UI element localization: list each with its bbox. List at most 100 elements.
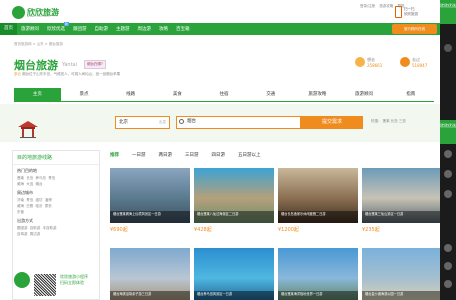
route-sidebar-title: 目的地旅游线路	[13, 151, 99, 165]
city-link[interactable]: 日照	[26, 204, 33, 208]
top-link-guide[interactable]: 旅游攻略	[379, 4, 393, 8]
nav-group-tour[interactable]: 跟团游	[69, 26, 91, 32]
duration-filter: 推荐 一日游 两日游 三日游 四日游 五日游以上	[110, 152, 440, 158]
route-card[interactable]: 烟台金沙滩海滨公园一日游	[362, 248, 442, 300]
city-link[interactable]: 青岛	[26, 198, 33, 202]
departure-city-select[interactable]: 北京 出发	[115, 116, 170, 129]
section-items: 济南 青岛 潍坊 淄博 威海 日照 临沂 泰安 东营	[13, 197, 99, 215]
nav-home[interactable]: 首页	[0, 23, 17, 35]
tab-hotel[interactable]: 住宿	[201, 88, 248, 101]
dest-link[interactable]: 威海	[17, 182, 24, 186]
route-caption[interactable]: 烟台长岛渔家乐休闲度假二日游	[278, 211, 358, 223]
heart-icon[interactable]	[444, 244, 452, 252]
mode-link[interactable]: 自驾游	[17, 232, 28, 236]
star-icon[interactable]	[444, 190, 452, 198]
city-link[interactable]: 威海	[17, 204, 24, 208]
chat-icon[interactable]	[444, 44, 452, 52]
dest-link[interactable]: 蓬莱	[17, 176, 24, 180]
app-qr[interactable]: 扫一扫 欣欣旅游	[395, 3, 435, 21]
filter-3day[interactable]: 三日游	[185, 152, 199, 158]
chat-bubble-icon[interactable]	[444, 262, 452, 270]
submit-request-button[interactable]: 提交需求	[301, 116, 363, 129]
filter-recommend[interactable]: 推荐	[110, 152, 119, 158]
nav-guide[interactable]: 攻略	[155, 26, 172, 32]
where-tag[interactable]: 烟台在哪?	[84, 60, 106, 69]
help-icon[interactable]	[444, 150, 452, 158]
section-title: 周边城市	[17, 190, 33, 195]
city-link[interactable]: 泰安	[45, 204, 52, 208]
route-caption[interactable]: 烟台养马岛风景区一日游	[194, 291, 274, 300]
tab-sights[interactable]: 景点	[61, 88, 108, 101]
dest-link[interactable]: 长岛	[26, 176, 33, 180]
route-photo[interactable]: 烟台蓬莱阁海上仙境风景区一日游	[110, 168, 190, 223]
tab-guide[interactable]: 指南	[387, 88, 434, 101]
mini-program-promo[interactable]: 欣欣旅游小程序 扫码立即体验	[12, 272, 100, 300]
sidebar-selected-button-2[interactable]: 欣欣优选	[440, 120, 456, 144]
nav-consultant[interactable]: 旅游顾问	[17, 26, 43, 32]
tab-home[interactable]: 主页	[14, 88, 61, 101]
hot-search-item[interactable]: 三亚	[399, 119, 406, 123]
tab-consultant[interactable]: 旅游顾问	[341, 88, 388, 101]
mode-link[interactable]: 跟团游	[17, 226, 28, 230]
hot-search-item[interactable]: 长岛	[391, 119, 398, 123]
tab-routes[interactable]: 线路	[107, 88, 154, 101]
history-icon[interactable]	[444, 170, 452, 178]
nav-selected[interactable]: 欣欣优选新	[43, 22, 69, 32]
city-link[interactable]: 潍坊	[35, 198, 42, 202]
dest-link[interactable]: 烟台	[35, 182, 42, 186]
route-caption[interactable]: 烟台蓬莱阁海上仙境风景区一日游	[110, 211, 190, 223]
route-photo[interactable]: 烟台长岛渔家乐休闲度假二日游	[278, 168, 358, 223]
route-caption[interactable]: 烟台蓬莱海洋极地世界一日游	[278, 291, 358, 300]
route-card[interactable]: 烟台蓬莱海洋极地世界一日游	[278, 248, 358, 300]
dest-link[interactable]: 养马岛	[35, 176, 46, 180]
sidebar-selected-button[interactable]: 欣欣优选	[440, 0, 456, 24]
back-to-top-icon[interactable]	[444, 280, 452, 288]
tab-food[interactable]: 美食	[154, 88, 201, 101]
route-caption[interactable]: 烟台蓬莱三仙山景区一日游	[362, 211, 442, 223]
city-link[interactable]: 济南	[17, 198, 24, 202]
nav-toolbox[interactable]: 百宝箱	[172, 26, 194, 32]
route-photo[interactable]: 烟台蓬莱海洋极地世界一日游	[278, 248, 358, 300]
destination-tabs: 主页 景点 线路 美食 住宿 交通 旅游攻略 旅游顾问 指南	[14, 88, 434, 102]
route-photo[interactable]: 烟台海滨浴场亲子游三日游	[110, 248, 190, 300]
route-caption[interactable]: 烟台蓬莱八仙过海景区二日游	[194, 211, 274, 223]
city-link[interactable]: 临沂	[35, 204, 42, 208]
nav-self-tour[interactable]: 自助游	[91, 26, 113, 32]
route-card[interactable]: 烟台海滨浴场亲子游三日游	[110, 248, 190, 300]
mode-link[interactable]: 自助游	[30, 226, 41, 230]
route-photo[interactable]: 烟台金沙滩海滨公园一日游	[362, 248, 442, 300]
hot-search-item[interactable]: 蓬莱	[383, 119, 390, 123]
filter-5day-plus[interactable]: 五日游以上	[238, 152, 261, 158]
filter-1day[interactable]: 一日游	[132, 152, 146, 158]
route-card[interactable]: 烟台蓬莱三仙山景区一日游 ¥235起	[362, 168, 442, 233]
route-card[interactable]: 烟台蓬莱八仙过海景区二日游 ¥428起	[194, 168, 274, 233]
mode-link[interactable]: 周边游	[30, 232, 41, 236]
mode-link[interactable]: 半自助游	[42, 226, 56, 230]
hot-search: 热搜： 蓬莱 长岛 三亚	[371, 119, 406, 124]
route-photo[interactable]: 烟台蓬莱三仙山景区一日游	[362, 168, 442, 223]
route-card[interactable]: 烟台养马岛风景区一日游	[194, 248, 274, 300]
logo-bird-icon	[12, 5, 25, 19]
filter-2day[interactable]: 两日游	[159, 152, 173, 158]
search-icon	[179, 119, 184, 124]
dest-link[interactable]: 大连	[26, 182, 33, 186]
online-consultant-button[interactable]: 旅行顾问在线	[392, 24, 437, 34]
nav-nearby[interactable]: 周边游	[134, 26, 156, 32]
page-title: 烟台旅游	[14, 59, 58, 72]
top-link-login[interactable]: 登录/注册	[360, 4, 375, 8]
site-logo[interactable]: 欣欣旅游 www.cncn.com	[12, 4, 72, 20]
route-caption[interactable]: 烟台海滨浴场亲子游三日游	[110, 291, 190, 300]
city-link[interactable]: 东营	[17, 210, 24, 214]
tab-strategy[interactable]: 旅游攻略	[294, 88, 341, 101]
route-caption[interactable]: 烟台金沙滩海滨公园一日游	[362, 291, 442, 300]
tab-traffic[interactable]: 交通	[247, 88, 294, 101]
dest-link[interactable]: 青岛	[48, 176, 55, 180]
route-photo[interactable]: 烟台蓬莱八仙过海景区二日游	[194, 168, 274, 223]
route-card[interactable]: 烟台蓬莱阁海上仙境风景区一日游 ¥690起	[110, 168, 190, 233]
route-card[interactable]: 烟台长岛渔家乐休闲度假二日游 ¥1200起	[278, 168, 358, 233]
city-link[interactable]: 淄博	[45, 198, 52, 202]
nav-theme-tour[interactable]: 主题游	[112, 26, 134, 32]
search-input[interactable]: 烟台	[176, 116, 301, 129]
route-photo[interactable]: 烟台养马岛风景区一日游	[194, 248, 274, 300]
filter-4day[interactable]: 四日游	[212, 152, 226, 158]
